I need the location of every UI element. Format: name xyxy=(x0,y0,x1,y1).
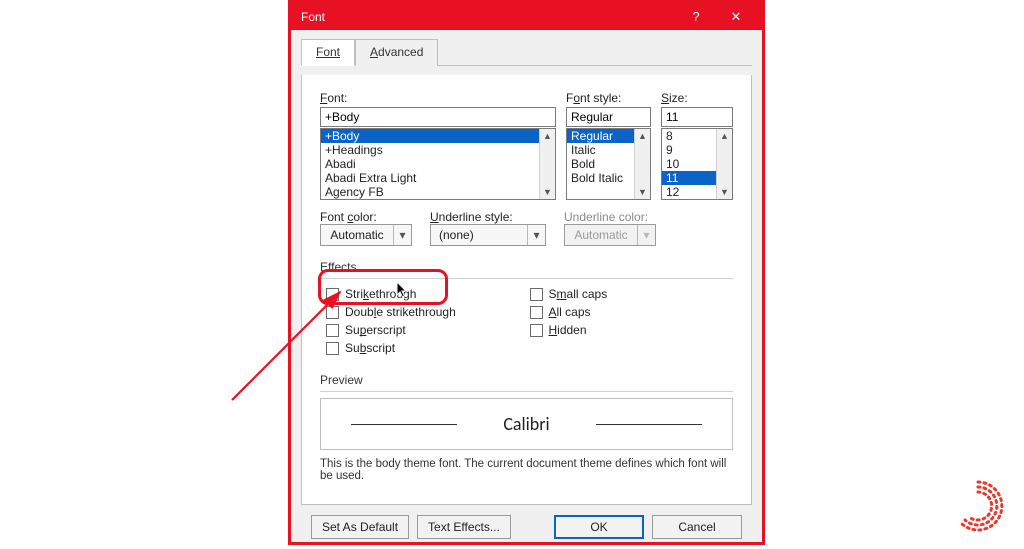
scroll-up-icon[interactable]: ▲ xyxy=(720,129,729,143)
scroll-down-icon[interactable]: ▼ xyxy=(638,185,647,199)
scrollbar[interactable]: ▲ ▼ xyxy=(539,129,555,199)
preview-group: Preview Calibri This is the body theme f… xyxy=(320,373,733,482)
checkbox-icon xyxy=(530,324,543,337)
font-listbox[interactable]: +Body+HeadingsAbadiAbadi Extra LightAgen… xyxy=(320,128,556,200)
font-column: Font: +Body+HeadingsAbadiAbadi Extra Lig… xyxy=(320,91,556,200)
dialog-title: Font xyxy=(301,10,676,24)
font-dialog: Font ? ✕ Font Advanced /* placeholder re… xyxy=(288,0,765,545)
preview-box: Calibri xyxy=(320,398,733,450)
checkbox-small-caps[interactable]: Small caps xyxy=(530,287,734,301)
tab-font[interactable]: Font xyxy=(301,39,355,66)
titlebar: Font ? ✕ xyxy=(291,3,762,30)
ok-button[interactable]: OK xyxy=(554,515,644,539)
font-style-input[interactable] xyxy=(566,107,651,127)
size-input[interactable] xyxy=(661,107,733,127)
size-listbox[interactable]: 89101112 ▲ ▼ xyxy=(661,128,733,200)
underline-style-label: Underline style: xyxy=(430,210,546,224)
font-color-label: Font color: xyxy=(320,210,412,224)
font-input[interactable] xyxy=(320,107,556,127)
underline-color-group: Underline color: Automatic ▾ xyxy=(564,210,656,246)
preview-sample: Calibri xyxy=(497,413,555,435)
cancel-button[interactable]: Cancel xyxy=(652,515,742,539)
underline-style-group: Underline style: (none) ▾ xyxy=(430,210,546,246)
size-label: Size: xyxy=(661,91,733,105)
chevron-down-icon: ▾ xyxy=(637,225,655,245)
text-effects-button[interactable]: Text Effects... xyxy=(417,515,511,539)
preview-note: This is the body theme font. The current… xyxy=(320,458,733,482)
list-item[interactable]: Abadi Extra Light xyxy=(321,171,555,185)
scroll-down-icon[interactable]: ▼ xyxy=(543,185,552,199)
checkbox-icon xyxy=(530,288,543,301)
font-style-listbox[interactable]: RegularItalicBoldBold Italic ▲ ▼ xyxy=(566,128,651,200)
underline-color-label: Underline color: xyxy=(564,210,656,224)
preview-label: Preview xyxy=(320,373,363,387)
font-label: Font: xyxy=(320,91,556,105)
brand-crescent-icon xyxy=(950,478,1006,534)
chevron-down-icon[interactable]: ▾ xyxy=(527,225,545,245)
dialog-footer: Set As Default Text Effects... OK Cancel xyxy=(301,505,752,539)
list-item[interactable]: +Headings xyxy=(321,143,555,157)
scrollbar[interactable]: ▲ ▼ xyxy=(716,129,732,199)
checkbox-subscript[interactable]: Subscript xyxy=(326,341,530,355)
list-item[interactable]: +Body xyxy=(321,129,555,143)
size-column: Size: 89101112 ▲ ▼ xyxy=(661,91,733,200)
preview-rule xyxy=(596,424,702,425)
checkbox-icon xyxy=(326,342,339,355)
underline-color-dropdown: Automatic ▾ xyxy=(564,224,656,246)
font-style-column: Font style: RegularItalicBoldBold Italic… xyxy=(566,91,651,200)
checkbox-double-strikethrough[interactable]: Double strikethrough xyxy=(326,305,530,319)
tab-advanced[interactable]: Advanced /* placeholder replaced below *… xyxy=(355,39,438,66)
font-style-label: Font style: xyxy=(566,91,651,105)
checkbox-superscript[interactable]: Superscript xyxy=(326,323,530,337)
effects-label: Effects xyxy=(320,260,356,274)
checkbox-icon xyxy=(530,306,543,319)
font-color-dropdown[interactable]: Automatic ▾ xyxy=(320,224,412,246)
tabstrip: Font Advanced /* placeholder replaced be… xyxy=(301,38,752,66)
font-color-group: Font color: Automatic ▾ xyxy=(320,210,412,246)
chevron-down-icon[interactable]: ▾ xyxy=(393,225,411,245)
scroll-down-icon[interactable]: ▼ xyxy=(720,185,729,199)
effects-group: Effects Strikethrough Double strikethrou… xyxy=(320,260,733,359)
list-item[interactable]: Agency FB xyxy=(321,185,555,199)
set-as-default-button[interactable]: Set As Default xyxy=(311,515,409,539)
checkbox-strikethrough[interactable]: Strikethrough xyxy=(326,287,530,301)
checkbox-all-caps[interactable]: All caps xyxy=(530,305,734,319)
underline-style-dropdown[interactable]: (none) ▾ xyxy=(430,224,546,246)
scroll-up-icon[interactable]: ▲ xyxy=(543,129,552,143)
help-button[interactable]: ? xyxy=(676,3,716,30)
checkbox-icon xyxy=(326,288,339,301)
preview-rule xyxy=(351,424,457,425)
tab-panel-font: Font: +Body+HeadingsAbadiAbadi Extra Lig… xyxy=(301,75,752,505)
close-button[interactable]: ✕ xyxy=(716,3,756,30)
list-item[interactable]: Abadi xyxy=(321,157,555,171)
dialog-body: Font Advanced /* placeholder replaced be… xyxy=(291,30,762,549)
checkbox-icon xyxy=(326,324,339,337)
scrollbar[interactable]: ▲ ▼ xyxy=(634,129,650,199)
checkbox-icon xyxy=(326,306,339,319)
scroll-up-icon[interactable]: ▲ xyxy=(638,129,647,143)
checkbox-hidden[interactable]: Hidden xyxy=(530,323,734,337)
